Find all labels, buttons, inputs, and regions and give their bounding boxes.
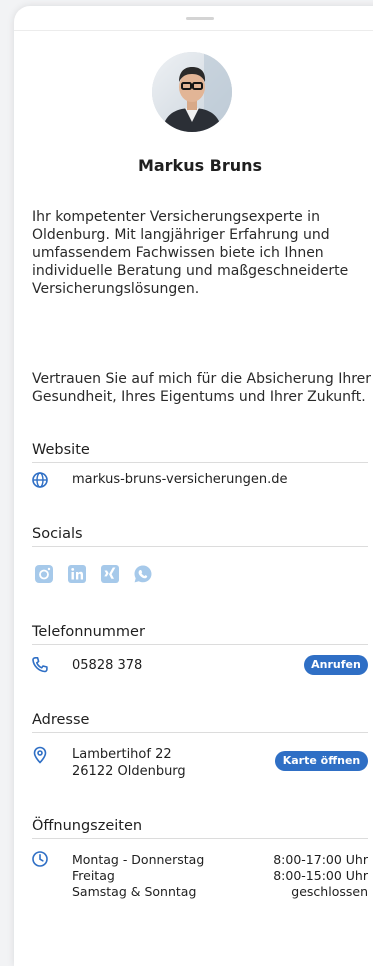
hours-time-2: 8:00-15:00 Uhr <box>273 868 368 883</box>
hours-day-2: Freitag <box>72 868 115 883</box>
divider <box>32 732 368 733</box>
location-pin-icon <box>31 746 49 764</box>
bio-paragraph-1: Ihr kompetenter Versicherungsexperte in … <box>32 209 349 297</box>
linkedin-icon[interactable] <box>67 564 87 584</box>
phone-title: Telefonnummer <box>32 624 145 640</box>
header-divider <box>14 30 373 31</box>
bio-paragraph-2: Vertrauen Sie auf mich für die Absicheru… <box>32 371 372 405</box>
hours-time-3: geschlossen <box>291 884 368 899</box>
open-map-button[interactable]: Karte öffnen <box>275 751 368 771</box>
drag-handle[interactable] <box>186 17 214 20</box>
website-title: Website <box>32 442 90 458</box>
divider <box>32 546 368 547</box>
globe-icon <box>31 471 49 489</box>
clock-icon <box>31 850 49 868</box>
phone-number: 05828 378 <box>72 658 143 673</box>
whatsapp-icon[interactable] <box>133 564 153 584</box>
hours-time-1: 8:00-17:00 Uhr <box>273 852 368 867</box>
hours-day-1: Montag - Donnerstag <box>72 852 205 867</box>
opening-hours-title: Öffnungszeiten <box>32 818 143 834</box>
call-button[interactable]: Anrufen <box>304 655 368 675</box>
divider <box>32 462 368 463</box>
website-link[interactable]: markus-bruns-versicherungen.de <box>72 471 288 488</box>
profile-sheet: Markus Bruns Ihr kompetenter Versicherun… <box>14 6 373 966</box>
instagram-icon[interactable] <box>34 564 54 584</box>
hours-day-3: Samstag & Sonntag <box>72 884 197 899</box>
divider <box>32 644 368 645</box>
xing-icon[interactable] <box>100 564 120 584</box>
address-street: Lambertihof 22 <box>72 747 172 762</box>
profile-name: Markus Bruns <box>137 156 263 175</box>
address-city: 26122 Oldenburg <box>72 764 186 779</box>
phone-icon <box>31 656 49 674</box>
socials-title: Socials <box>32 526 83 542</box>
avatar <box>152 52 232 132</box>
address-title: Adresse <box>32 712 90 728</box>
divider <box>32 838 368 839</box>
